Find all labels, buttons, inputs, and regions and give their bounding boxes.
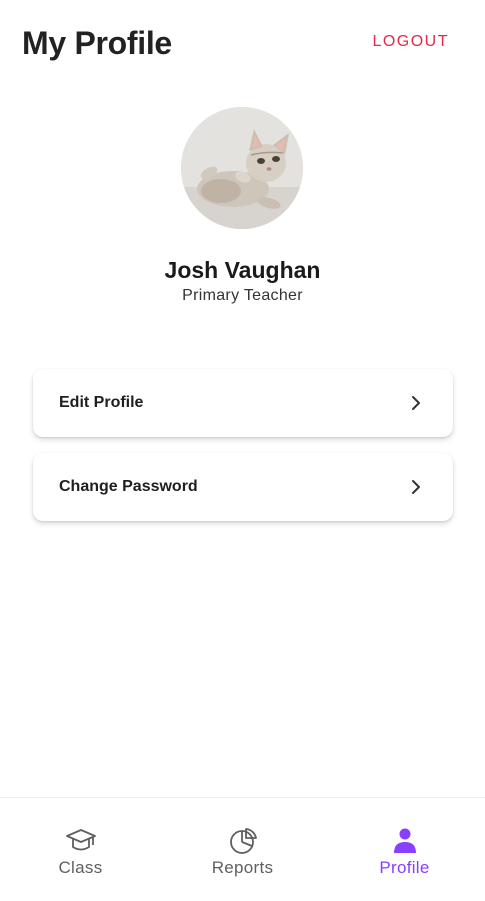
- nav-tab-reports[interactable]: Reports: [162, 798, 323, 901]
- chevron-right-icon: [412, 396, 420, 410]
- bottom-nav: Class Reports Profile: [0, 797, 485, 901]
- profile-role: Primary Teacher: [182, 287, 303, 304]
- cat-photo-icon: [181, 107, 303, 229]
- profile-name: Josh Vaughan: [164, 257, 321, 283]
- pie-chart-icon: [229, 828, 257, 854]
- avatar: [181, 107, 303, 229]
- chevron-right-icon: [412, 480, 420, 494]
- nav-label-class: Class: [58, 858, 103, 877]
- graduation-cap-icon: [65, 829, 96, 851]
- page-title: My Profile: [22, 25, 172, 61]
- nav-label-reports: Reports: [211, 858, 274, 877]
- edit-profile-button[interactable]: Edit Profile: [33, 369, 453, 437]
- person-icon: [393, 828, 416, 853]
- nav-label-profile: Profile: [379, 858, 430, 877]
- nav-tab-profile[interactable]: Profile: [324, 798, 485, 901]
- change-password-label: Change Password: [59, 478, 198, 495]
- nav-tab-class[interactable]: Class: [0, 798, 161, 901]
- header: My Profile LOGOUT: [0, 0, 485, 90]
- logout-button[interactable]: LOGOUT: [372, 32, 449, 52]
- change-password-button[interactable]: Change Password: [33, 453, 453, 521]
- edit-profile-label: Edit Profile: [59, 394, 144, 411]
